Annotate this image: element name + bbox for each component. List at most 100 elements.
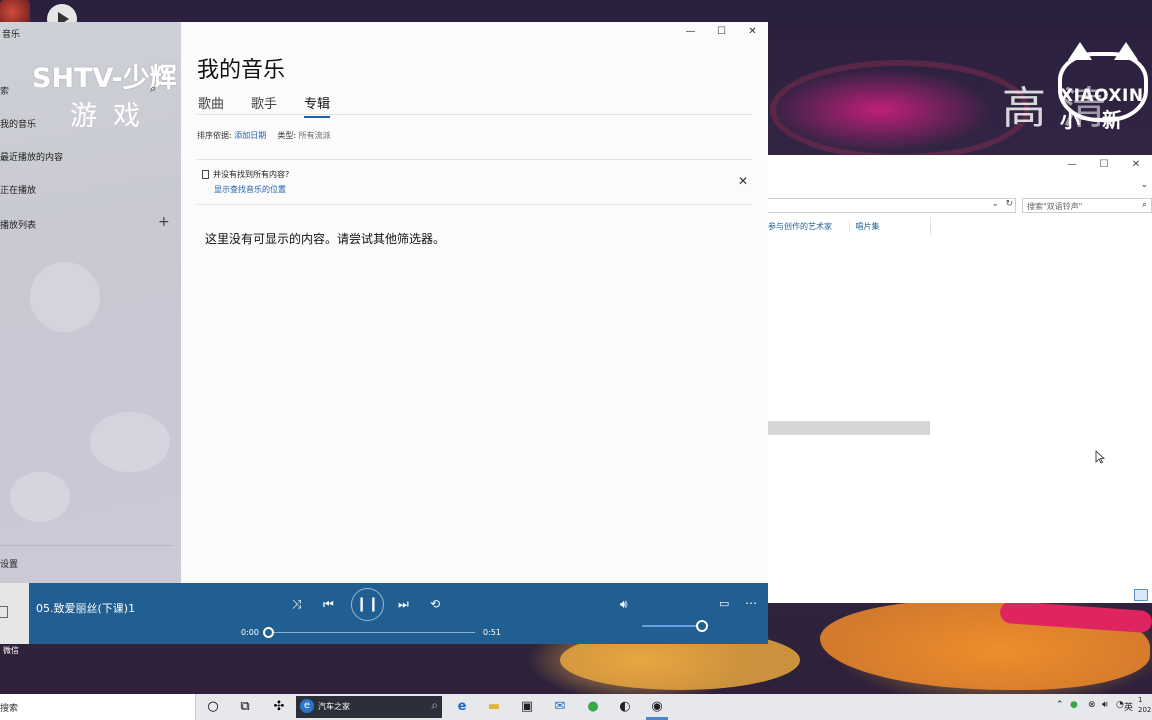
folder-icon[interactable]: ▬ <box>485 698 503 716</box>
show-music-locations-link[interactable]: 显示查找音乐的位置 <box>214 184 286 195</box>
column-divider <box>930 217 931 235</box>
close-icon[interactable]: ✕ <box>738 174 748 188</box>
divider <box>197 114 752 115</box>
watermark-gao: 高 <box>1002 83 1046 134</box>
type-dropdown[interactable]: 所有流派 <box>299 131 331 140</box>
clock[interactable]: 1 202 <box>1138 695 1151 715</box>
chevron-down-icon[interactable]: ⌄ <box>991 199 999 209</box>
file-explorer-window: — ☐ ✕ ⌄ ⌄ ↻ 搜索"双语铃声" ⌕ 参与创作的艺术家 唱片集 <box>768 155 1152 603</box>
watermark-brand-cn: 小新 <box>1060 108 1144 132</box>
volume-handle[interactable] <box>696 620 708 632</box>
window-controls: — ☐ ✕ <box>675 26 768 37</box>
search-icon: ⌕ <box>431 698 438 712</box>
next-icon[interactable]: ⏭ <box>398 597 409 612</box>
details-view-icon[interactable] <box>1134 589 1148 601</box>
filter-bar: 排序依据: 添加日期 类型: 所有流派 <box>197 130 331 141</box>
track-title[interactable]: 05.致爱丽丝(下课)1 <box>36 600 135 616</box>
explorer-search-input[interactable]: 搜索"双语铃声" ⌕ <box>1022 198 1152 213</box>
store-icon[interactable]: ▣ <box>518 698 536 716</box>
sidebar-item-recent[interactable]: 最近播放的内容 <box>0 150 63 163</box>
column-contributing-artists[interactable]: 参与创作的艺术家 <box>768 221 832 232</box>
sidebar-item-my-music[interactable]: 我的音乐 <box>0 117 36 130</box>
maximize-icon[interactable]: ☐ <box>1088 159 1120 170</box>
mouse-cursor-icon <box>1095 450 1105 464</box>
groove-music-window: 音乐 SHTV-少辉 游戏 索 ⌕ 我的音乐 最近播放的内容 正在播放 播放列表… <box>0 22 768 644</box>
sidebar-item-now-playing[interactable]: 正在播放 <box>0 183 36 196</box>
elapsed-time: 0:00 <box>241 628 259 637</box>
missing-content-notice: 并没有找到所有内容? <box>202 169 289 180</box>
groove-music-icon[interactable]: ◉ <box>648 698 666 716</box>
taskbar-search-text: 搜索 <box>0 704 19 714</box>
add-playlist-icon[interactable]: + <box>158 214 170 230</box>
tray-app-icon[interactable]: ● <box>1070 700 1078 710</box>
search-icon: ⌕ <box>1141 200 1147 210</box>
sidebar-blur <box>90 412 170 472</box>
horizontal-scrollbar[interactable] <box>768 421 930 435</box>
address-bar[interactable]: ⌄ ↻ <box>768 198 1016 213</box>
document-icon <box>202 170 209 179</box>
app-title: 音乐 <box>2 30 21 40</box>
sidebar-search-input[interactable]: 索 <box>0 84 9 97</box>
task-view-icon[interactable]: ⧉ <box>236 698 254 716</box>
edge-icon[interactable]: e <box>453 698 471 716</box>
previous-icon[interactable]: ⏮ <box>323 597 334 612</box>
sidebar-item-settings[interactable]: 设置 <box>0 557 18 570</box>
volume-icon[interactable]: 🔊︎ <box>620 597 628 612</box>
refresh-icon[interactable]: ↻ <box>1005 199 1013 209</box>
type-label: 类型: <box>277 131 297 140</box>
watermark-brand: XIAOXIN <box>1060 86 1144 106</box>
close-icon[interactable]: ✕ <box>737 26 768 37</box>
divider <box>197 159 752 160</box>
shuffle-icon[interactable]: ⤨ <box>292 597 302 612</box>
cortana-icon[interactable]: ○ <box>204 698 222 716</box>
browser-360-icon[interactable]: ● <box>584 698 602 716</box>
network-icon[interactable]: ◔ <box>1116 700 1124 710</box>
ie-taskbar-item[interactable]: e 汽车之家 ⌕ <box>296 696 442 718</box>
explorer-search-placeholder: 搜索"双语铃声" <box>1027 202 1083 211</box>
close-icon[interactable]: ✕ <box>1120 159 1152 170</box>
maximize-icon[interactable]: ☐ <box>706 26 737 37</box>
main-content: — ☐ ✕ 我的音乐 歌曲 歌手 专辑 排序依据: 添加日期 类型: 所有流派 … <box>181 22 768 583</box>
volume-slider[interactable] <box>642 625 702 627</box>
taskbar-search-input[interactable]: 搜索 <box>0 694 196 720</box>
mini-player-icon[interactable]: ▭ <box>719 597 729 610</box>
wallpaper-swirl <box>770 60 1030 160</box>
seek-bar[interactable] <box>268 632 475 633</box>
clock-time: 1 <box>1138 696 1143 704</box>
empty-state-message: 这里没有可显示的内容。请尝试其他筛选器。 <box>205 232 446 246</box>
sidebar-blur <box>10 472 70 522</box>
notice-text: 并没有找到所有内容? <box>213 170 290 179</box>
pause-button[interactable]: ❙❙ <box>351 588 384 621</box>
volume-icon[interactable]: 🔊︎ <box>1102 700 1108 710</box>
minimize-icon[interactable]: — <box>1056 159 1088 170</box>
desktop-app-icon[interactable] <box>0 0 30 24</box>
mail-icon[interactable]: ✉ <box>551 698 569 716</box>
total-duration: 0:51 <box>483 628 501 637</box>
sidebar-item-playlists[interactable]: 播放列表 <box>0 218 36 231</box>
seek-handle[interactable] <box>263 627 274 638</box>
ie-icon: e <box>300 699 314 713</box>
page-title: 我的音乐 <box>197 58 286 83</box>
app-icon[interactable]: ✣ <box>270 698 288 716</box>
column-album[interactable]: 唱片集 <box>848 221 880 232</box>
sort-label: 排序依据: <box>197 131 232 140</box>
album-art[interactable] <box>0 583 29 644</box>
repeat-icon[interactable]: ⟲ <box>430 597 440 611</box>
sidebar-divider <box>0 545 174 546</box>
search-icon[interactable]: ⌕ <box>150 82 156 96</box>
chevron-up-icon[interactable]: ⌃ <box>1056 700 1064 710</box>
taskbar: 搜索 ○ ⧉ ✣ e 汽车之家 ⌕ e ▬ ▣ ✉ ● ◐ ◉ ⌃ ● ⊗ 🔊︎… <box>0 694 1152 720</box>
sort-dropdown[interactable]: 添加日期 <box>234 131 266 140</box>
player-bar: 05.致爱丽丝(下课)1 ⤨ ⏮ ❙❙ ⏭ ⟲ 0:00 0:51 🔊︎ ▭ ⋯ <box>0 583 768 644</box>
clock-date: 202 <box>1138 706 1152 714</box>
chevron-down-icon[interactable]: ⌄ <box>1140 180 1148 190</box>
minimize-icon[interactable]: — <box>675 26 706 37</box>
ime-indicator[interactable]: 英 <box>1124 700 1133 713</box>
column-headers: 参与创作的艺术家 唱片集 <box>768 221 880 232</box>
overlay-watermark-line2: 游戏 <box>70 101 156 132</box>
tray-app-icon[interactable]: ⊗ <box>1088 700 1096 710</box>
desktop-wechat-label[interactable]: 微信 <box>3 645 19 656</box>
ie-tab-title: 汽车之家 <box>318 702 350 711</box>
app-icon[interactable]: ◐ <box>616 698 634 716</box>
more-icon[interactable]: ⋯ <box>745 596 757 610</box>
